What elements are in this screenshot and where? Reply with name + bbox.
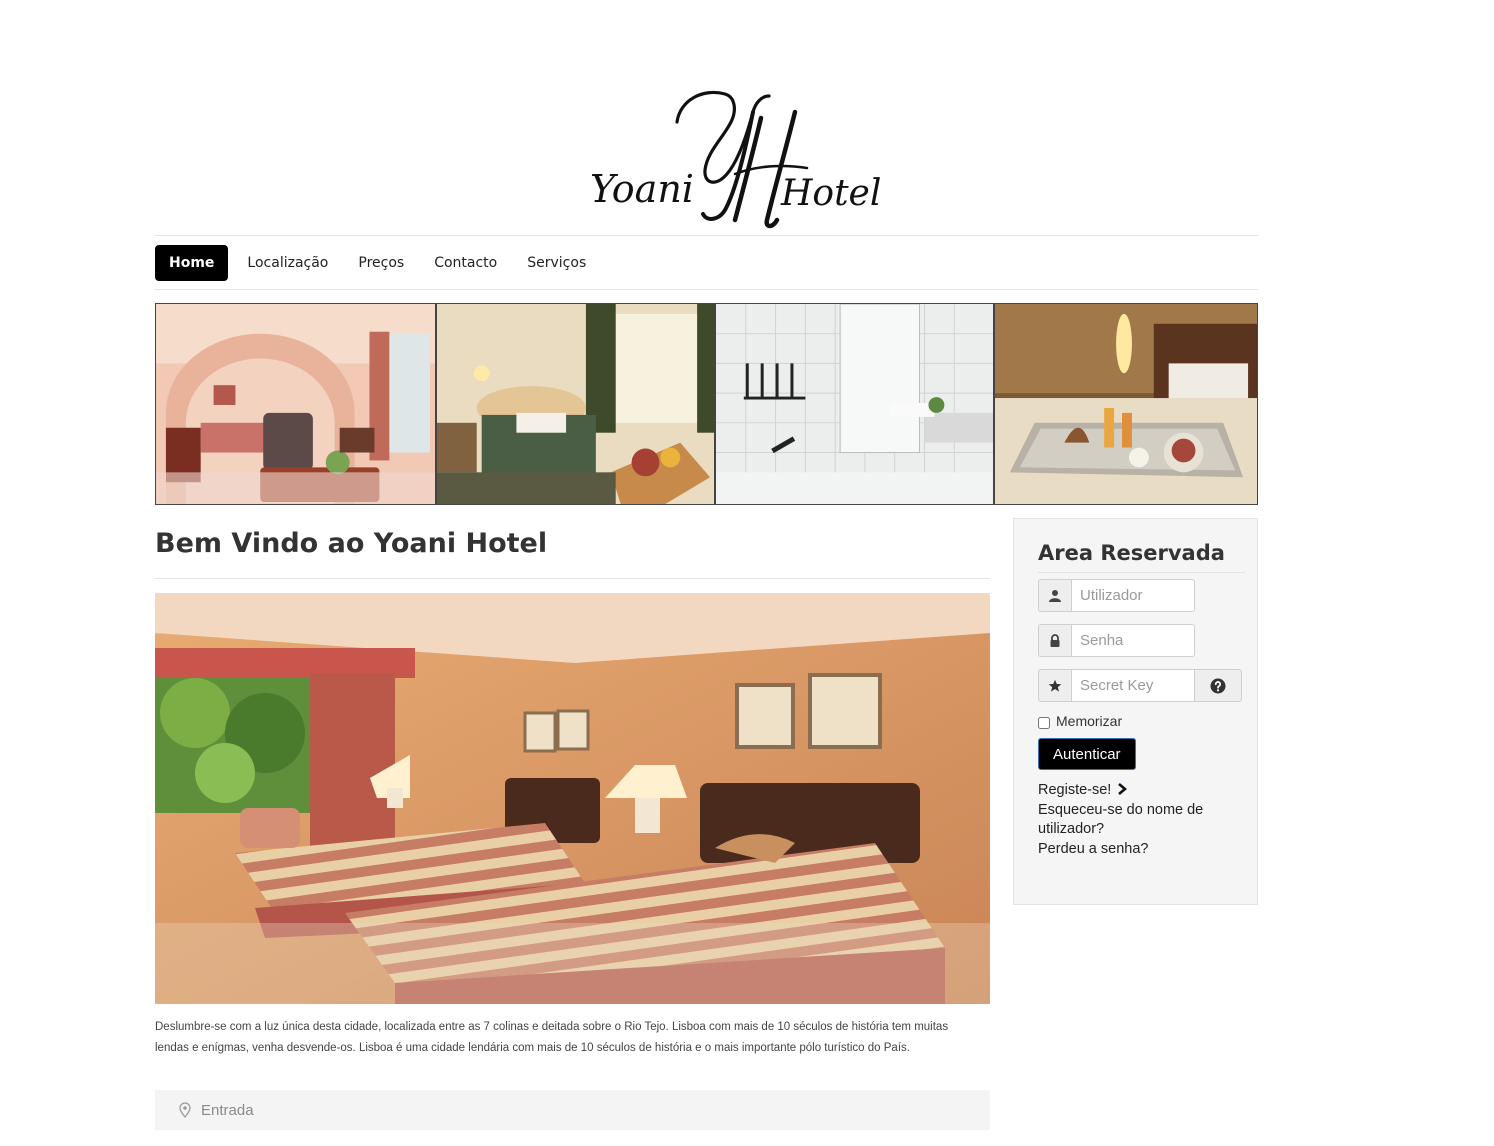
forgot-username-link[interactable]: Esqueceu-se do nome de utilizador? xyxy=(1038,801,1243,840)
login-panel-title: Area Reservada xyxy=(1038,541,1225,565)
title-divider xyxy=(155,578,990,579)
login-panel: Area Reservada Memorizar Autenticar Regi… xyxy=(1013,518,1258,905)
login-panel-divider xyxy=(1038,572,1245,573)
logo-word-left: Yoani xyxy=(590,167,694,211)
nav-item-precos[interactable]: Preços xyxy=(343,245,419,281)
location-bar: Entrada xyxy=(155,1090,990,1130)
hotel-description: Deslumbre-se com a luz única desta cidad… xyxy=(155,1021,949,1054)
nav-item-home[interactable]: Home xyxy=(155,245,229,281)
password-group xyxy=(1038,624,1195,657)
username-group xyxy=(1038,579,1195,612)
remember-checkbox[interactable] xyxy=(1038,716,1050,729)
password-input[interactable] xyxy=(1071,624,1195,657)
remember-me: Memorizar xyxy=(1038,713,1122,729)
nav-item-servicos[interactable]: Serviços xyxy=(512,245,601,281)
question-circle-icon xyxy=(1210,678,1226,693)
secret-key-input[interactable] xyxy=(1071,669,1195,702)
nav-item-localizacao[interactable]: Localização xyxy=(232,245,343,281)
banner-photo-bedroom xyxy=(436,303,715,505)
map-marker-icon xyxy=(179,1102,191,1118)
banner-photo-suite xyxy=(155,303,436,505)
chevron-right-icon xyxy=(1118,783,1128,795)
register-link-label: Registe-se! xyxy=(1038,782,1112,798)
forgot-password-link[interactable]: Perdeu a senha? xyxy=(1038,840,1243,860)
logo-word-right: Hotel xyxy=(780,173,881,214)
photo-banner xyxy=(155,303,1258,505)
register-link[interactable]: Registe-se! xyxy=(1038,781,1243,801)
header-divider xyxy=(155,235,1258,236)
hotel-logo[interactable]: Yoani Hotel xyxy=(585,82,895,230)
secret-key-help-button[interactable] xyxy=(1195,669,1242,702)
page-title: Bem Vindo ao Yoani Hotel xyxy=(155,528,548,559)
username-input[interactable] xyxy=(1071,579,1195,612)
login-links: Registe-se! Esqueceu-se do nome de utili… xyxy=(1038,781,1243,859)
star-icon xyxy=(1038,669,1071,702)
room-photo xyxy=(155,593,990,1004)
login-button[interactable]: Autenticar xyxy=(1038,738,1136,770)
banner-photo-bathroom xyxy=(715,303,994,505)
banner-photo-breakfast xyxy=(994,303,1258,505)
nav-divider xyxy=(155,289,1258,290)
remember-label: Memorizar xyxy=(1056,713,1123,729)
secret-key-group xyxy=(1038,669,1242,702)
nav-item-contacto[interactable]: Contacto xyxy=(419,245,512,281)
location-label: Entrada xyxy=(201,1101,254,1119)
main-nav: Home Localização Preços Contacto Serviço… xyxy=(155,245,601,281)
user-icon xyxy=(1038,579,1071,612)
lock-icon xyxy=(1038,624,1071,657)
